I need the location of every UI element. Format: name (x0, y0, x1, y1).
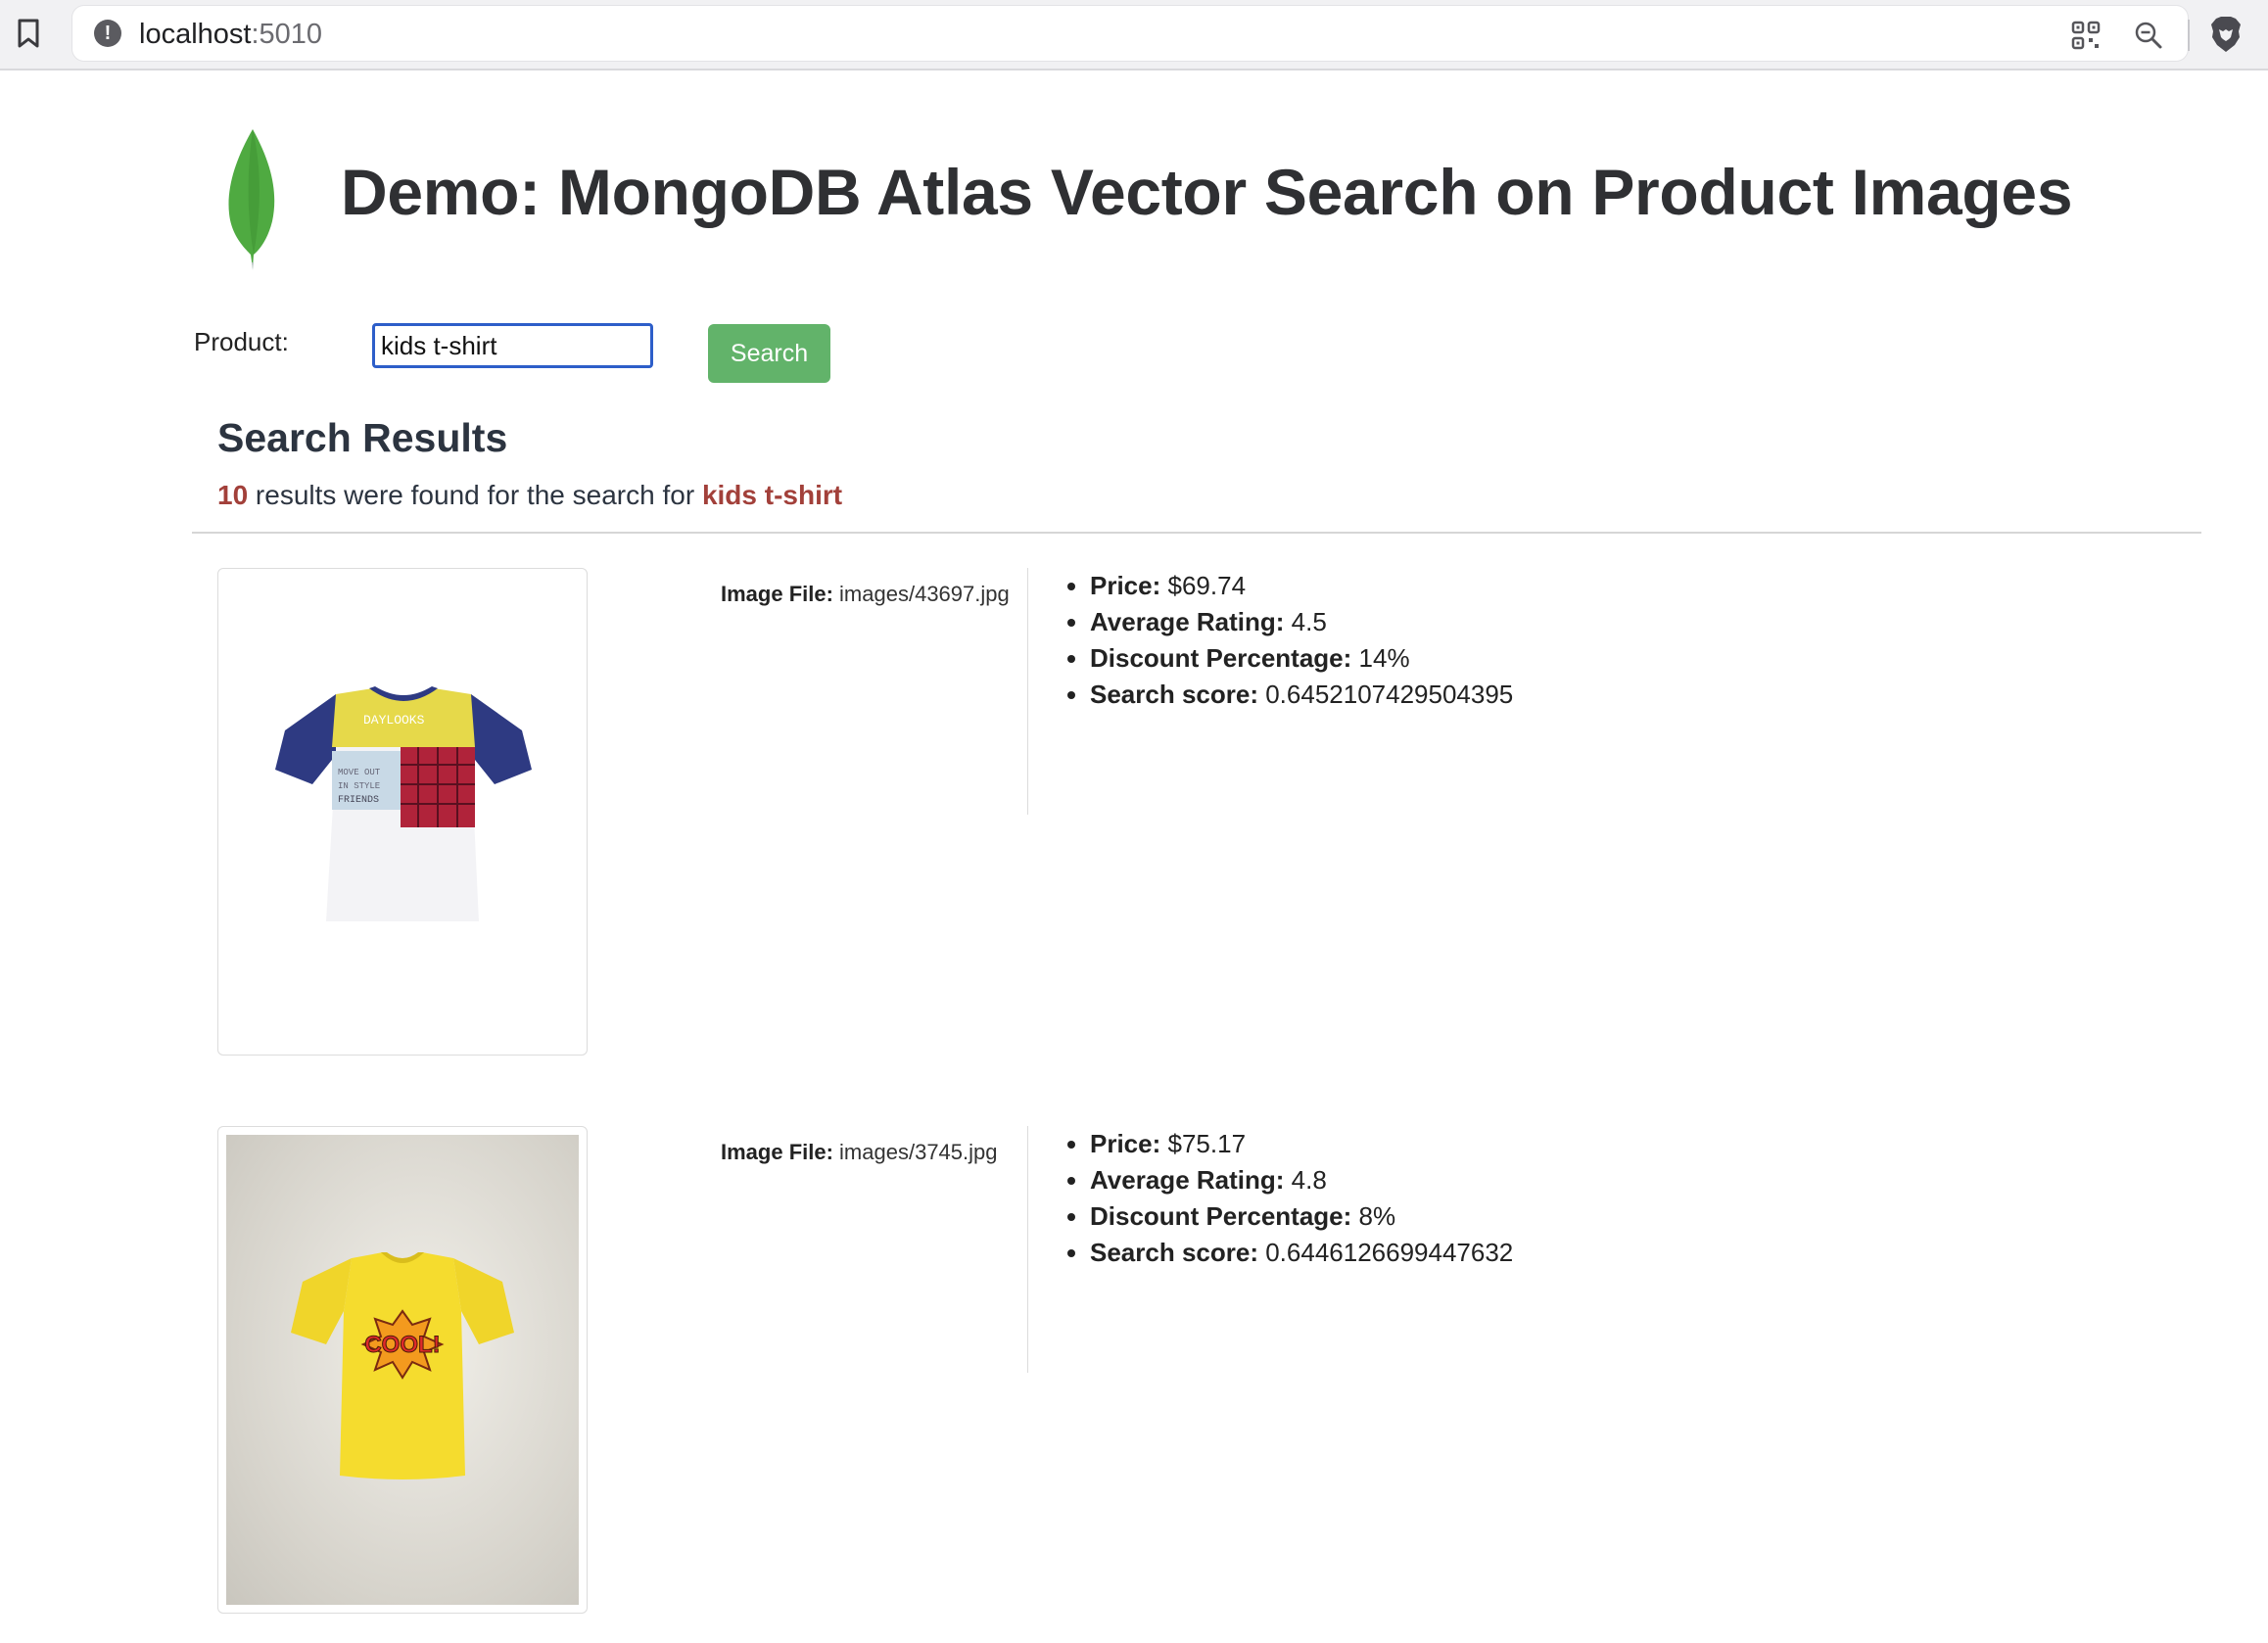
score-label: Search score: (1090, 680, 1258, 709)
tshirt-image: DAYLOOKS MOVE OUT IN STYLE FRIENDS (275, 686, 532, 921)
results-count: 10 (217, 480, 249, 510)
rating-value: 4.5 (1291, 607, 1327, 636)
price-label: Price: (1090, 1129, 1161, 1158)
product-label: Product: (194, 327, 289, 356)
svg-text:MOVE OUT: MOVE OUT (338, 768, 381, 777)
score-item: Search score: 0.6446126699447632 (1090, 1235, 1513, 1271)
results-summary: 10 results were found for the search for… (217, 480, 842, 511)
rating-label: Average Rating: (1090, 607, 1285, 636)
page-title: Demo: MongoDB Atlas Vector Search on Pro… (341, 156, 2073, 228)
rating-value: 4.8 (1291, 1165, 1327, 1195)
discount-value: 8% (1358, 1201, 1396, 1231)
price-value: $69.74 (1167, 571, 1247, 600)
results-summary-text: results were found for the search for (248, 480, 702, 510)
product-details-list: Price: $75.17 Average Rating: 4.8 Discou… (1056, 1126, 1513, 1271)
price-item: Price: $75.17 (1090, 1126, 1513, 1162)
image-file: Image File: images/43697.jpg (721, 582, 1010, 607)
column-divider (1027, 568, 1028, 815)
tshirt-image: COOL! (291, 1252, 514, 1479)
results-divider (192, 532, 2201, 534)
image-file-label: Image File: (721, 582, 833, 606)
price-item: Price: $69.74 (1090, 568, 1513, 604)
product-image[interactable]: DAYLOOKS MOVE OUT IN STYLE FRIENDS (217, 568, 588, 1056)
price-value: $75.17 (1167, 1129, 1247, 1158)
score-value: 0.6446126699447632 (1265, 1238, 1514, 1267)
tshirt-graphic-text: DAYLOOKS (363, 713, 425, 728)
discount-value: 14% (1358, 643, 1410, 673)
bookmark-icon[interactable] (16, 18, 41, 49)
brave-lion-icon[interactable] (2209, 16, 2243, 53)
product-image[interactable]: COOL! (217, 1126, 588, 1614)
rating-label: Average Rating: (1090, 1165, 1285, 1195)
info-icon[interactable]: ! (94, 20, 121, 47)
tshirt-graphic-text: COOL! (364, 1332, 440, 1358)
mongodb-leaf-logo (228, 129, 275, 270)
product-search-input[interactable] (372, 323, 653, 368)
url-port: :5010 (251, 19, 323, 50)
rating-item: Average Rating: 4.5 (1090, 604, 1513, 640)
result-item: DAYLOOKS MOVE OUT IN STYLE FRIENDS Image… (0, 568, 2268, 1057)
score-value: 0.6452107429504395 (1265, 680, 1514, 709)
image-file-value: images/3745.jpg (839, 1140, 998, 1164)
url-text[interactable]: localhost:5010 (139, 19, 322, 51)
score-item: Search score: 0.6452107429504395 (1090, 677, 1513, 713)
address-bar[interactable]: ! localhost:5010 (72, 6, 2241, 61)
product-details-list: Price: $69.74 Average Rating: 4.5 Discou… (1056, 568, 1513, 713)
image-file: Image File: images/3745.jpg (721, 1140, 998, 1165)
results-heading: Search Results (217, 415, 508, 460)
image-file-value: images/43697.jpg (839, 582, 1010, 606)
qr-code-icon[interactable] (2070, 20, 2102, 51)
discount-label: Discount Percentage: (1090, 643, 1352, 673)
product-photo: COOL! (226, 1135, 579, 1605)
discount-item: Discount Percentage: 8% (1090, 1198, 1513, 1235)
column-divider (1027, 1126, 1028, 1373)
discount-item: Discount Percentage: 14% (1090, 640, 1513, 677)
zoom-out-icon[interactable] (2133, 20, 2164, 51)
search-button[interactable]: Search (708, 324, 830, 383)
url-host: localhost (139, 19, 252, 50)
svg-text:FRIENDS: FRIENDS (338, 795, 379, 806)
rating-item: Average Rating: 4.8 (1090, 1162, 1513, 1198)
price-label: Price: (1090, 571, 1161, 600)
toolbar-divider (2188, 20, 2190, 51)
browser-toolbar: ! localhost:5010 (0, 0, 2268, 70)
svg-text:IN STYLE: IN STYLE (338, 781, 380, 791)
image-file-label: Image File: (721, 1140, 833, 1164)
result-item: COOL! Image File: images/3745.jpg Price:… (0, 1126, 2268, 1616)
discount-label: Discount Percentage: (1090, 1201, 1352, 1231)
results-query: kids t-shirt (701, 480, 843, 510)
score-label: Search score: (1090, 1238, 1258, 1267)
